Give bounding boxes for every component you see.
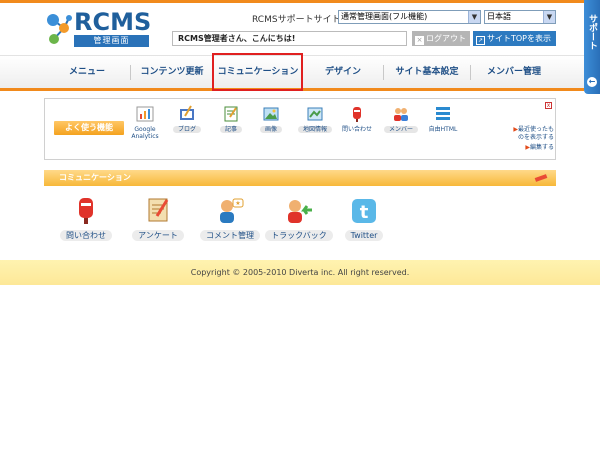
external-window-icon: ↗ [476, 36, 485, 45]
top-accent-line [0, 0, 600, 3]
logo-text: RCMS [74, 8, 152, 36]
comm-label: アンケート [132, 230, 184, 241]
svg-text:★: ★ [235, 200, 240, 207]
comm-label: コメント管理 [200, 230, 260, 241]
close-icon: × [415, 36, 424, 45]
support-tab-label: サポート [586, 14, 598, 53]
html-icon [436, 107, 450, 120]
fav-label: ブログ [172, 126, 201, 133]
fav-label: メンバー [383, 126, 418, 133]
language-select-value: 日本語 [487, 12, 511, 21]
nav-site-settings[interactable]: サイト基本設定 [384, 56, 470, 89]
show-recent-text: 最近使ったものを表示する [517, 126, 554, 141]
arrow-left-icon: ← [587, 77, 597, 87]
show-recent-link[interactable]: ▶最近使ったものを表示する [510, 126, 554, 142]
blog-icon [180, 105, 194, 120]
chevron-down-icon: ▼ [468, 11, 480, 23]
fav-label: 自由HTML [428, 126, 458, 133]
molecule-logo-icon [47, 14, 72, 44]
section-title: コミュニケーション [59, 173, 131, 182]
comm-comment-management[interactable]: ★ コメント管理 [198, 196, 262, 241]
support-site-label: RCMSサポートサイト [252, 15, 341, 25]
language-select[interactable]: 日本語 ▼ [484, 10, 556, 24]
copyright-text: Copyright © 2005-2010 Diverta inc. All r… [190, 268, 410, 277]
mode-select-value: 通常管理画面(フル機能) [341, 12, 428, 21]
logo-subtitle: 管理画面 [74, 35, 149, 47]
nav-design[interactable]: デザイン [303, 56, 383, 89]
mailbox-icon [79, 198, 93, 224]
edit-link[interactable]: ▶編集する [510, 144, 554, 152]
mailbox-icon [353, 107, 361, 122]
members-icon [394, 108, 408, 121]
fav-google-analytics[interactable]: Google Analytics [125, 105, 165, 140]
fav-map[interactable]: 地図情報 [295, 105, 335, 133]
fav-inquiry[interactable]: 問い合わせ [337, 105, 377, 133]
support-tab-text: サポート [587, 14, 597, 50]
section-header-bar: コミュニケーション [44, 170, 556, 186]
twitter-icon: t [352, 199, 376, 223]
rcms-logo[interactable]: RCMS 管理画面 [44, 10, 154, 48]
comm-label: Twitter [344, 230, 384, 241]
fav-label: Google Analytics [131, 126, 159, 140]
logout-button[interactable]: × ログアウト [412, 31, 470, 46]
show-site-top-button[interactable]: ↗ サイトTOPを表示 [473, 31, 556, 46]
pencil-icon[interactable] [534, 172, 550, 184]
fav-members[interactable]: メンバー [381, 105, 421, 133]
image-icon [263, 107, 279, 121]
support-side-tab[interactable]: サポート ← [584, 0, 600, 94]
fav-blog[interactable]: ブログ [167, 105, 207, 133]
nav-content-update[interactable]: コンテンツ更新 [131, 56, 213, 89]
fav-label: 画像 [259, 126, 282, 133]
fav-label: 地図情報 [297, 126, 332, 133]
site-top-label: サイトTOPを表示 [487, 34, 552, 43]
svg-text:t: t [360, 202, 369, 223]
edit-text: 編集する [529, 144, 554, 151]
comm-inquiry[interactable]: 問い合わせ [54, 196, 118, 241]
chevron-down-icon: ▼ [543, 11, 555, 23]
fav-label: 問い合わせ [341, 126, 372, 133]
comm-label: 問い合わせ [60, 230, 112, 241]
trackback-icon [288, 200, 312, 223]
nav-member-management[interactable]: メンバー管理 [471, 56, 557, 89]
fav-article[interactable]: 記事 [211, 105, 251, 133]
nav-menu[interactable]: メニュー [44, 56, 130, 89]
fav-free-html[interactable]: 自由HTML [423, 105, 463, 133]
logout-label: ログアウト [426, 34, 466, 43]
comm-label: トラックバック [265, 230, 333, 241]
map-icon [307, 107, 323, 121]
favorites-links: ▶最近使ったものを表示する ▶編集する [510, 126, 554, 152]
survey-icon [148, 198, 169, 222]
comment-icon: ★ [220, 198, 244, 223]
greeting-text: RCMS管理者さん、こんにちは! [172, 31, 407, 46]
fav-image[interactable]: 画像 [251, 105, 291, 133]
comm-twitter[interactable]: t Twitter [332, 196, 396, 241]
close-icon[interactable]: x [545, 102, 552, 109]
fav-label: 記事 [219, 126, 242, 133]
comm-trackback[interactable]: トラックバック [264, 196, 334, 241]
footer: Copyright © 2005-2010 Diverta inc. All r… [0, 260, 600, 285]
favorites-panel: よく使う機能 x Google Analytics ブログ 記事 画像 地図情報… [44, 98, 556, 160]
article-icon [224, 106, 238, 122]
active-tab-highlight [212, 53, 303, 91]
favorites-label: よく使う機能 [54, 121, 124, 135]
google-analytics-icon [136, 106, 154, 122]
comm-survey[interactable]: アンケート [126, 196, 190, 241]
mode-select[interactable]: 通常管理画面(フル機能) ▼ [338, 10, 481, 24]
